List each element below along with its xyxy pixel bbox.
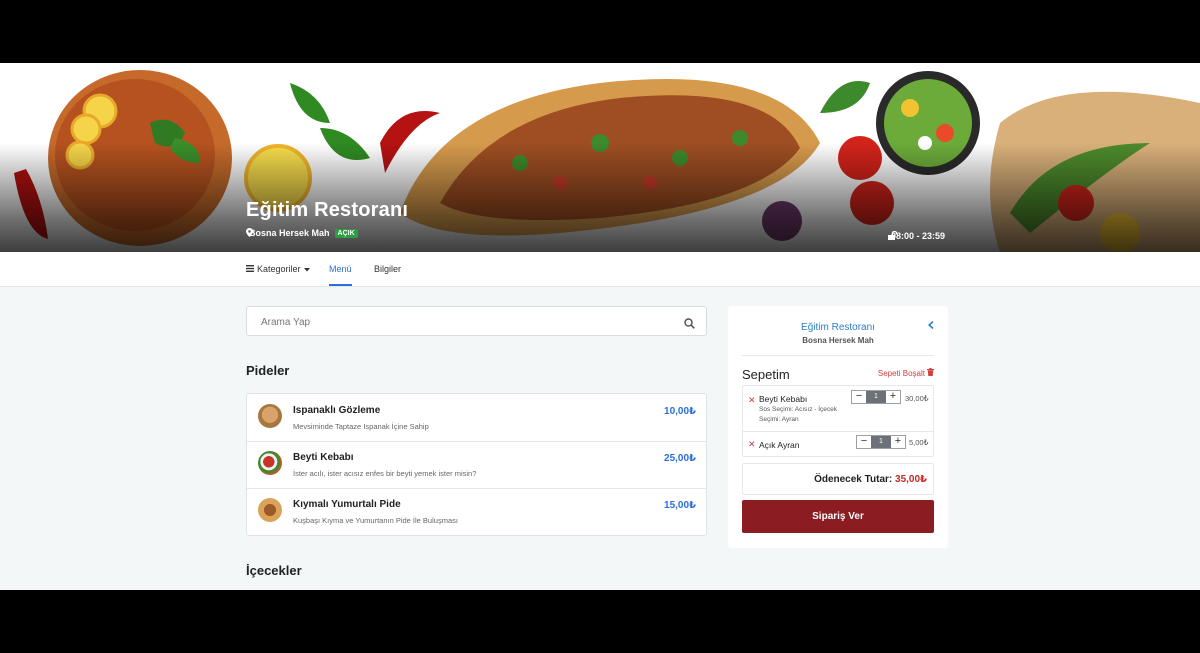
product-description: Mevsiminde Taptaze Ispanak İçine Sahip — [293, 422, 429, 431]
product-name: Ispanaklı Gözleme — [293, 405, 381, 416]
list-icon — [246, 252, 254, 286]
decrease-button[interactable]: − — [857, 436, 871, 448]
chevron-left-icon[interactable] — [928, 320, 934, 332]
cart-items: ✕ Beyti Kebabı Sos Seçimi: Acısız - İçec… — [742, 385, 934, 457]
quantity-value: 1 — [871, 436, 891, 448]
quantity-value: 1 — [866, 391, 886, 403]
cart-item-price: 30,00₺ — [905, 394, 929, 403]
cart-title: Sepetim — [742, 367, 790, 382]
increase-button[interactable]: + — [886, 391, 900, 403]
product-description: İster acılı, ister acısız enfes bir beyt… — [293, 469, 477, 478]
categories-dropdown[interactable]: Kategoriler — [246, 252, 310, 286]
restaurant-location: Bosna Hersek Mah AÇIK — [246, 228, 358, 238]
section-title-pides: Pideler — [246, 363, 290, 378]
cart-item-options: Sos Seçimi: Acısız - İçecek Seçimi: Ayra… — [759, 406, 838, 423]
search-box — [246, 306, 707, 337]
remove-item-icon[interactable]: ✕ — [748, 439, 756, 450]
quantity-stepper: − 1 + — [856, 435, 906, 449]
menu-nav: Kategoriler Menü Bilgiler — [0, 252, 1200, 287]
cart-item: ✕ Açık Ayran − 1 + 5,00₺ — [743, 432, 933, 456]
product-thumbnail — [258, 404, 282, 428]
page: Eğitim Restoranı Bosna Hersek Mah AÇIK 0… — [0, 63, 1200, 590]
cart-panel: Eğitim Restoranı Bosna Hersek Mah Sepeti… — [728, 306, 948, 548]
product-thumbnail — [258, 451, 282, 475]
tab-menu[interactable]: Menü — [329, 252, 352, 286]
cart-item-name: Açık Ayran — [759, 440, 800, 450]
clear-cart-button[interactable]: Sepeti Boşalt — [878, 368, 934, 378]
product-description: Kuşbaşı Kıyma ve Yumurtanın Pide İle Bul… — [293, 516, 458, 525]
product-price: 25,00₺ — [664, 453, 696, 464]
opening-hours: 08:00 - 23:59 — [888, 231, 945, 241]
cart-item-name: Beyti Kebabı — [759, 394, 808, 404]
clear-cart-label: Sepeti Boşalt — [877, 368, 925, 378]
cart-item: ✕ Beyti Kebabı Sos Seçimi: Acısız - İçec… — [743, 386, 933, 432]
cart-item-price: 5,00₺ — [909, 438, 929, 447]
remove-item-icon[interactable]: ✕ — [748, 395, 756, 406]
total-amount: 35,00₺ — [895, 474, 927, 485]
hero-banner: Eğitim Restoranı Bosna Hersek Mah AÇIK 0… — [0, 63, 1200, 252]
decrease-button[interactable]: − — [852, 391, 866, 403]
place-order-button[interactable]: Sipariş Ver — [742, 500, 934, 533]
search-icon[interactable] — [684, 316, 695, 334]
trash-icon — [927, 368, 934, 378]
open-status-badge: AÇIK — [334, 228, 358, 238]
product-row[interactable]: Beyti Kebabı İster acılı, ister acısız e… — [247, 441, 706, 489]
tab-info[interactable]: Bilgiler — [374, 252, 401, 286]
product-list: Ispanaklı Gözleme Mevsiminde Taptaze Isp… — [246, 393, 707, 536]
increase-button[interactable]: + — [891, 436, 905, 448]
product-name: Kıymalı Yumurtalı Pide — [293, 499, 401, 510]
total-label-row: Ödenecek Tutar: 35,00₺ — [814, 474, 927, 485]
section-title-drinks: İçecekler — [246, 563, 302, 578]
product-price: 10,00₺ — [664, 406, 696, 417]
hero-shade — [0, 143, 1200, 252]
product-thumbnail — [258, 498, 282, 522]
product-name: Beyti Kebabı — [293, 452, 354, 463]
product-row[interactable]: Kıymalı Yumurtalı Pide Kuşbaşı Kıyma ve … — [247, 488, 706, 535]
location-text: Bosna Hersek Mah — [249, 228, 330, 238]
hours-text: 08:00 - 23:59 — [891, 231, 946, 241]
total-label: Ödenecek Tutar: — [814, 474, 893, 485]
product-row[interactable]: Ispanaklı Gözleme Mevsiminde Taptaze Isp… — [247, 394, 706, 442]
product-price: 15,00₺ — [664, 500, 696, 511]
quantity-stepper: − 1 + — [851, 390, 901, 404]
divider — [742, 355, 934, 356]
cart-total: Ödenecek Tutar: 35,00₺ — [742, 463, 934, 495]
caret-down-icon — [303, 252, 310, 286]
cart-restaurant-address: Bosna Hersek Mah — [802, 336, 874, 345]
restaurant-title: Eğitim Restoranı — [246, 199, 409, 221]
cart-restaurant-name: Eğitim Restoranı — [801, 322, 875, 333]
search-input[interactable] — [259, 307, 683, 337]
categories-label: Kategoriler — [257, 264, 301, 274]
